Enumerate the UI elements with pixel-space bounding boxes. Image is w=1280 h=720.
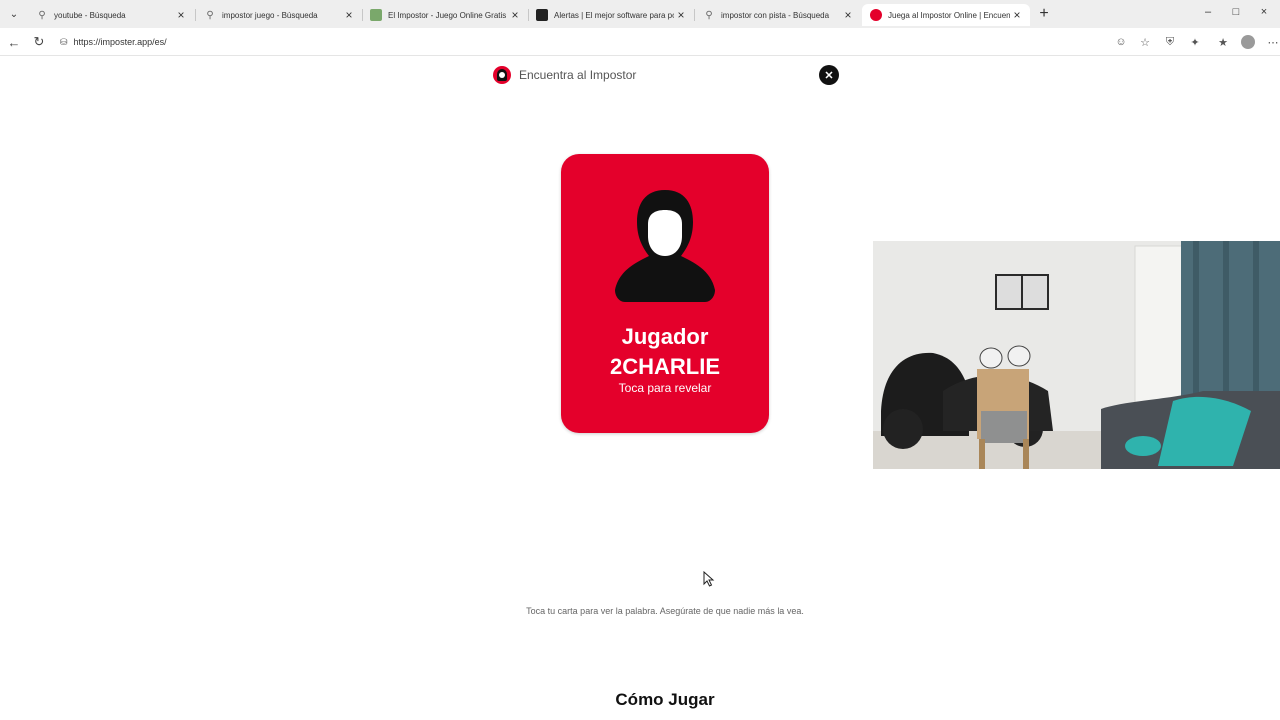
browser-tab[interactable]: ⚲ impostor juego - Búsqueda × xyxy=(196,4,362,26)
browser-tab[interactable]: ⚲ impostor con pista - Búsqueda × xyxy=(695,4,861,26)
player-card[interactable]: Jugador 2CHARLIE Toca para revelar xyxy=(561,154,769,433)
reveal-hint: Toca para revelar xyxy=(618,381,712,395)
search-icon: ⚲ xyxy=(206,9,214,21)
tab-close-icon[interactable]: × xyxy=(508,8,522,22)
webcam-overlay xyxy=(873,241,1280,469)
avatar[interactable] xyxy=(1241,35,1255,49)
browser-tab[interactable]: Alertas | El mejor software para pol × xyxy=(528,4,694,26)
tab-close-icon[interactable]: × xyxy=(1010,8,1024,22)
impostor-logo-icon xyxy=(493,66,511,84)
maximize-icon[interactable]: □ xyxy=(1228,6,1244,18)
tab-title: youtube - Búsqueda xyxy=(54,10,126,20)
site-icon xyxy=(370,9,382,21)
search-icon: ⚲ xyxy=(705,9,713,21)
reload-icon[interactable]: ↻ xyxy=(31,34,47,50)
minimize-icon[interactable]: – xyxy=(1200,6,1216,18)
favorite-star-icon[interactable]: ☆ xyxy=(1138,35,1152,49)
tab-title: impostor juego - Búsqueda xyxy=(222,10,318,20)
extensions-icon[interactable]: ✦ xyxy=(1188,35,1202,49)
close-window-icon[interactable]: × xyxy=(1256,6,1272,18)
close-icon[interactable]: ✕ xyxy=(819,65,839,85)
new-tab-icon[interactable]: + xyxy=(1036,5,1052,23)
browser-tab[interactable]: El Impostor - Juego Online Gratis c × xyxy=(362,4,528,26)
impostor-logo-icon xyxy=(870,9,882,21)
tab-close-icon[interactable]: × xyxy=(841,8,855,22)
browser-tab[interactable]: ⚲ youtube - Búsqueda × xyxy=(28,4,194,26)
tab-close-icon[interactable]: × xyxy=(342,8,356,22)
tab-search-menu-button[interactable]: ⌄ xyxy=(4,5,24,23)
url-text[interactable]: https://imposter.app/es/ xyxy=(74,37,167,47)
room-photo xyxy=(873,241,1280,469)
site-title: Encuentra al Impostor xyxy=(519,68,637,82)
site-icon xyxy=(536,9,548,21)
player-silhouette-icon xyxy=(615,190,715,302)
mouse-cursor-icon xyxy=(703,571,715,587)
address-bar[interactable]: ⛁ https://imposter.app/es/ xyxy=(52,31,1106,53)
instructions-text: Toca tu carta para ver la palabra. Asegú… xyxy=(526,606,804,616)
favorites-icon[interactable]: ★ xyxy=(1216,35,1230,49)
back-icon[interactable]: ← xyxy=(6,34,22,50)
player-name: Jugador 2CHARLIE xyxy=(609,324,720,379)
browser-toolbar: ← ↻ ⛁ https://imposter.app/es/ ☺ ☆ ⛨ ✦ ★… xyxy=(0,28,1280,56)
tab-close-icon[interactable]: × xyxy=(174,8,188,22)
site-info-icon[interactable]: ⛁ xyxy=(60,37,68,48)
tab-title: impostor con pista - Búsqueda xyxy=(721,10,830,20)
search-icon: ⚲ xyxy=(38,9,46,21)
tab-close-icon[interactable]: × xyxy=(674,8,688,22)
tab-title: El Impostor - Juego Online Gratis c xyxy=(388,10,508,20)
more-menu-icon[interactable]: ⋯ xyxy=(1266,35,1280,49)
how-to-play-heading: Cómo Jugar xyxy=(615,690,715,709)
tab-title: Juega al Impostor Online | Encuent xyxy=(888,10,1010,20)
tab-strip: ⌄ ⚲ youtube - Búsqueda × ⚲ impostor jueg… xyxy=(0,0,1280,28)
browser-tab-active[interactable]: Juega al Impostor Online | Encuent × xyxy=(862,4,1030,26)
tab-title: Alertas | El mejor software para pol xyxy=(554,10,674,20)
shield-icon[interactable]: ⛨ xyxy=(1163,35,1177,49)
site-header: Encuentra al Impostor xyxy=(493,66,636,84)
reader-icon[interactable]: ☺ xyxy=(1114,35,1128,49)
